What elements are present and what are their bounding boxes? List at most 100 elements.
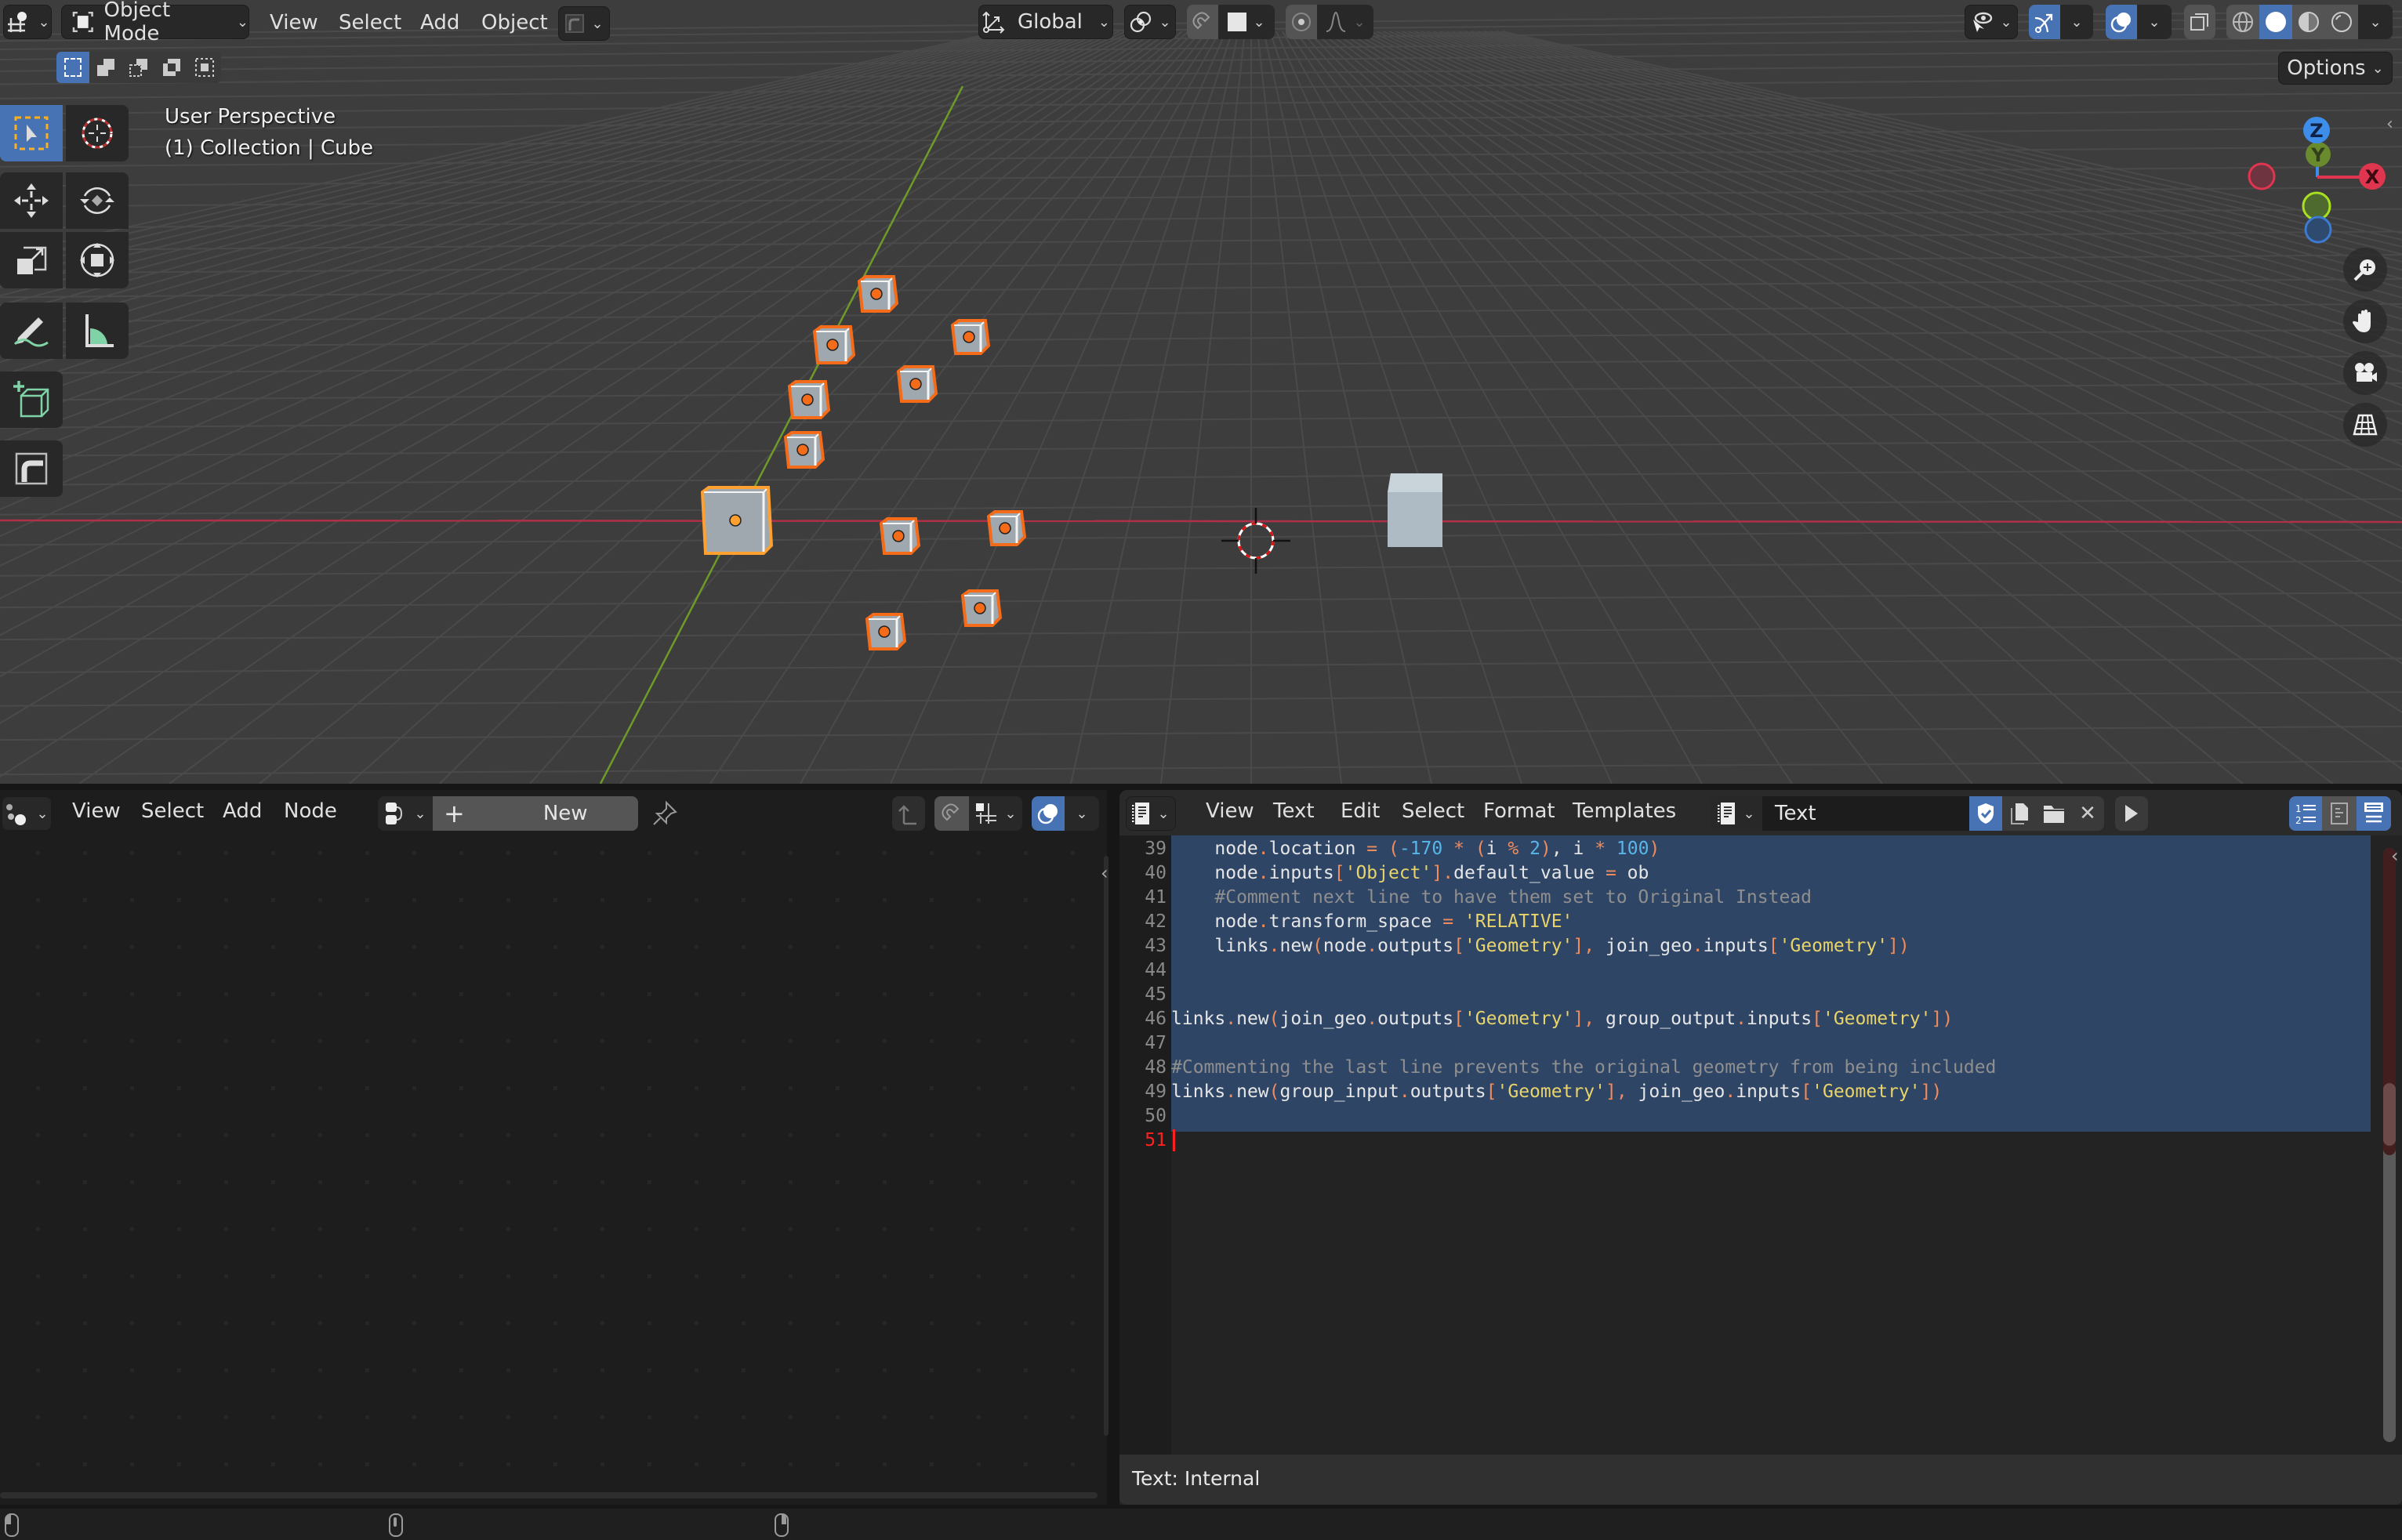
overlays-toggle[interactable] [1032,796,1065,831]
node-editor[interactable]: ⌄ View Select Add Node ⌄ + New ⌄ ⌄ ‹ [0,790,1108,1505]
tool-rotate[interactable] [66,172,129,229]
grid-dot [1024,992,1028,996]
snap-target-dropdown[interactable]: ⌄ [1218,5,1275,39]
syntax-highlight-toggle[interactable] [2357,796,2391,831]
menu-select[interactable]: Select [1402,799,1464,823]
mode-dropdown[interactable]: Object Mode ⌄ [61,0,249,45]
code-line[interactable]: node.location = (-170 * (i % 2), i * 100… [1171,837,1660,861]
code-line[interactable]: #Comment next line to have them set to O… [1171,886,1812,910]
code-line[interactable]: links.new(node.outputs['Geometry'], join… [1171,934,1909,958]
shading-material-button[interactable] [2292,5,2325,39]
select-mode-intersect[interactable] [188,52,221,83]
tool-extrude[interactable] [0,440,63,497]
overlays-dropdown[interactable]: ⌄ [1065,796,1099,831]
select-mode-subtract[interactable] [122,52,155,83]
shading-wireframe-button[interactable] [2226,5,2259,39]
menu-select[interactable]: Select [141,799,204,823]
camera-view-button[interactable] [2343,351,2387,395]
menu-add[interactable]: Add [420,11,459,34]
gizmo-toggle[interactable] [2029,5,2060,39]
editor-type-button[interactable]: ⌄ [2,796,52,831]
fake-user-toggle[interactable] [1969,796,2002,831]
menu-text[interactable]: Text [1273,799,1315,823]
new-node-tree-button[interactable]: + New [433,796,638,831]
tool-annotate[interactable] [0,303,63,359]
code-line[interactable]: #Commenting the last line prevents the o… [1171,1056,1996,1080]
text-vertical-scrollbar[interactable] [2383,848,2396,1442]
node-editor-vertical-scrollbar[interactable] [1104,856,1108,1436]
navigation-gizmo[interactable]: Y Z X [2242,110,2399,251]
gizmo-neg-x[interactable] [2248,162,2276,190]
tool-cursor[interactable] [66,105,129,161]
text-editor[interactable]: ⌄ View Text Edit Select Format Templates… [1119,790,2402,1505]
xray-toggle[interactable] [2184,5,2215,39]
pan-view-button[interactable] [2343,299,2387,343]
code-line[interactable]: node.transform_space = 'RELATIVE' [1171,910,1573,934]
proportional-falloff-dropdown[interactable]: ⌄ [1317,5,1373,39]
shading-solid-button[interactable] [2259,5,2292,39]
word-wrap-toggle[interactable] [2322,796,2357,831]
run-script-button[interactable] [2115,796,2148,831]
code-line[interactable]: links.new(group_input.outputs['Geometry'… [1171,1080,1942,1104]
sidebar-toggle-arrow[interactable]: ‹ [2386,114,2402,138]
shading-dropdown[interactable]: ⌄ [2358,5,2393,39]
text-name-field[interactable]: Text [1762,796,1969,831]
code-line[interactable]: links.new(join_geo.outputs['Geometry'], … [1171,1007,1953,1031]
editor-type-button[interactable]: ⌄ [1126,796,1176,831]
menu-add[interactable]: Add [223,799,262,823]
node-editor-horizontal-scrollbar[interactable] [0,1492,1098,1498]
node-tree-browse-button[interactable]: ⌄ [378,796,433,831]
menu-select[interactable]: Select [339,11,401,34]
tool-select-box[interactable] [0,105,63,161]
text-browse-button[interactable]: ⌄ [1711,796,1762,831]
proportional-editing-toggle[interactable] [1286,5,1317,39]
menu-view[interactable]: View [1206,799,1254,823]
tool-transform[interactable] [66,232,129,288]
selectability-visibility-dropdown[interactable]: ⌄ [1965,5,2018,39]
perspective-toggle-button[interactable] [2343,403,2387,447]
grid-dot [412,1462,416,1466]
3d-viewport[interactable]: ⌄ Object Mode ⌄ View Select Add Object ⌄… [0,0,2402,784]
gizmo-dropdown[interactable]: ⌄ [2060,5,2093,39]
tool-add-cube[interactable] [0,371,63,428]
unlink-text-button[interactable]: ✕ [2071,796,2104,831]
menu-view[interactable]: View [72,799,121,823]
scrollbar-thumb[interactable] [2383,1083,2396,1146]
overlays-toggle[interactable] [2106,5,2137,39]
menu-object[interactable]: Object [481,11,548,34]
snap-element-dropdown[interactable]: ⌄ [969,796,1022,831]
pin-button[interactable] [649,798,680,829]
zoom-view-button[interactable] [2343,248,2387,292]
select-mode-extend[interactable] [89,52,122,83]
pivot-point-dropdown[interactable]: ⌄ [1124,5,1176,39]
select-mode-new[interactable] [56,52,89,83]
gizmo-neg-z[interactable] [2304,216,2332,244]
duplicate-text-button[interactable] [2002,796,2037,831]
object-tool-settings-button[interactable]: ⌄ [558,6,610,41]
object-origin [892,530,905,542]
options-dropdown[interactable]: Options ⌄ [2278,52,2393,85]
menu-templates[interactable]: Templates [1573,799,1676,823]
menu-node[interactable]: Node [284,799,337,823]
parent-node-tree-button[interactable] [892,796,925,831]
open-text-button[interactable] [2037,796,2071,831]
code-line[interactable]: node.inputs['Object'].default_value = ob [1171,861,1649,886]
gizmo-neg-y[interactable] [2302,191,2331,221]
menu-format[interactable]: Format [1483,799,1555,823]
select-mode-invert[interactable] [155,52,188,83]
snap-toggle[interactable] [934,796,969,831]
menu-view[interactable]: View [270,11,318,34]
overlays-dropdown[interactable]: ⌄ [2137,5,2172,39]
sidebar-toggle-arrow[interactable]: ‹ [1101,862,1113,886]
tool-move[interactable] [0,172,63,229]
sidebar-toggle-arrow[interactable]: ‹ [2391,845,2402,868]
snap-toggle[interactable] [1187,5,1218,39]
tool-measure[interactable] [66,303,129,359]
tool-scale[interactable] [0,232,63,288]
menu-edit[interactable]: Edit [1341,799,1380,823]
shading-rendered-button[interactable] [2325,5,2358,39]
editor-type-button[interactable]: ⌄ [3,5,52,39]
transform-orientation-dropdown[interactable]: Global ⌄ [978,5,1113,39]
line-numbers-toggle[interactable]: 12 [2289,796,2322,831]
